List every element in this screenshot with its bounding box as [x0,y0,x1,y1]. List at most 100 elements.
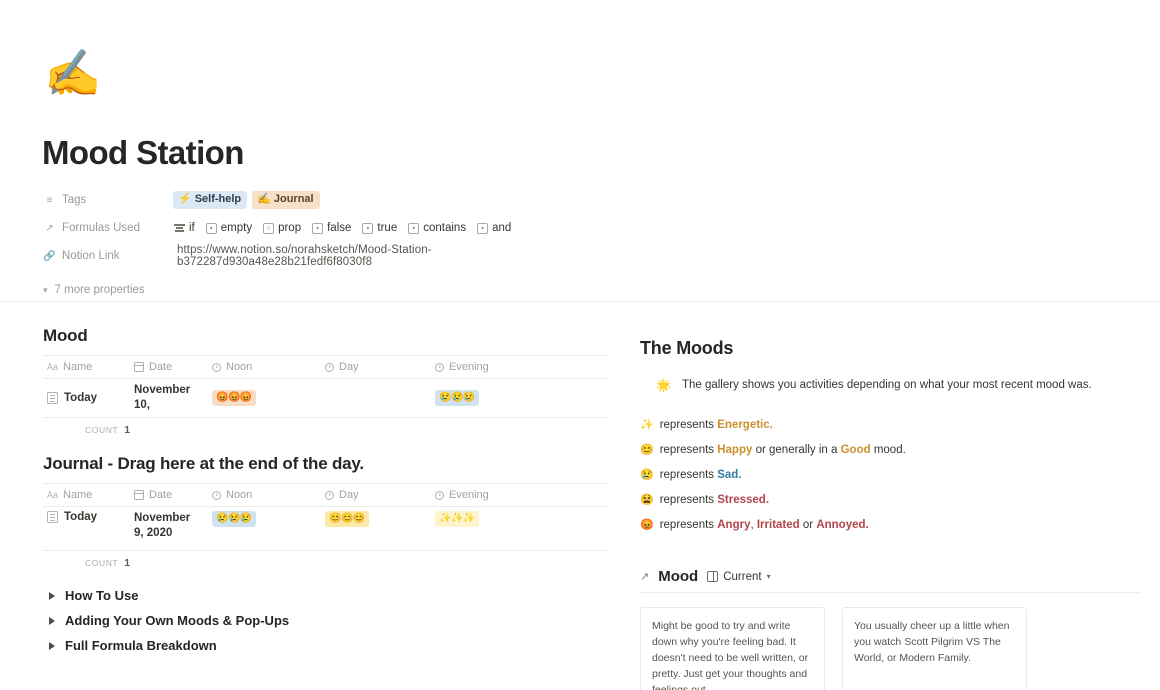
triangle-right-icon[interactable] [49,616,55,625]
column-header-day[interactable]: Day [321,357,431,377]
formula-chip-contains[interactable]: ▪ contains [408,222,466,234]
select-icon [325,362,334,372]
legend-happy: 😊 represents Happy or generally in a Goo… [640,438,1140,463]
lines-icon [173,223,185,234]
crying-face-icon: 😢 [640,469,654,481]
cell-evening[interactable]: ✨✨✨ [431,507,591,531]
gallery-callout: 🌟 The gallery shows you activities depen… [640,375,1140,395]
legend-angry: 😡 represents Angry, Irritated or Annoyed… [640,513,1140,538]
column-header-day[interactable]: Day [321,485,431,505]
legend-stressed: 😫 represents Stressed. [640,488,1140,513]
cell-day[interactable] [321,394,431,402]
select-icon [212,362,221,372]
cell-date[interactable]: November 10, [130,379,208,417]
column-header-evening[interactable]: Evening [431,485,591,505]
cell-date[interactable]: November 9, 2020 [130,507,208,545]
property-value-tags: ⚡ Self-help ✍️ Journal [173,191,320,209]
gallery-view-icon [707,571,719,582]
column-header-evening[interactable]: Evening [431,357,591,377]
calendar-icon [134,362,144,372]
formula-chip-if[interactable]: if [173,222,195,234]
more-properties-toggle[interactable]: ▾ 7 more properties [43,277,623,303]
mood-table-count: COUNT 1 [43,418,608,436]
formula-chip-empty[interactable]: ▪ empty [205,222,252,234]
page-icon [47,511,58,523]
notion-page: ✍️ Mood Station ≡ Tags ⚡ Self-help ✍️ Jo… [0,0,1160,690]
smiling-face-icon: 😊 [640,444,654,456]
title-icon: Aa [47,362,59,372]
triangle-right-icon[interactable] [49,591,55,600]
chevron-down-icon: ▾ [43,284,48,295]
mood-table-header: Aa Name Date Noon Day Evening [43,355,608,379]
link-arrow-icon: ↗ [640,571,650,583]
legend-sad: 😢 represents Sad. [640,463,1140,488]
square-icon: ▪ [362,222,374,234]
mood-pill-sad: 😢😢😢 [212,511,256,527]
formula-chip-and[interactable]: ▪ and [477,222,511,234]
cell-noon[interactable]: 😢😢😢 [208,507,321,531]
cell-noon[interactable]: 😡😡😡 [208,386,321,410]
property-label-formulas-used: ↗ Formulas Used [43,222,173,235]
legend-energetic: ✨ represents Energetic. [640,413,1140,438]
cell-day[interactable]: 😊😊😊 [321,507,431,531]
toggle-adding-your-own-moods[interactable]: Adding Your Own Moods & Pop-Ups [43,608,618,633]
page-properties: ≡ Tags ⚡ Self-help ✍️ Journal ↗ Formulas… [43,186,623,303]
column-header-date[interactable]: Date [130,357,208,377]
column-header-date[interactable]: Date [130,485,208,505]
card-text: You usually cheer up a little when you w… [854,620,1010,664]
formula-chip-true[interactable]: ▪ true [362,222,397,234]
cell-evening[interactable]: 😢😢😢 [431,386,591,410]
writing-hand-icon[interactable]: ✍️ [44,50,101,96]
tag-self-help[interactable]: ⚡ Self-help [173,191,248,209]
select-icon [212,490,221,500]
page-icon [47,392,58,404]
property-row-formulas-used[interactable]: ↗ Formulas Used if ▪ empty ○ prop ▪ fals… [43,214,623,242]
legend-text: represents Sad. [659,469,742,481]
formula-chip-prop[interactable]: ○ prop [263,222,301,234]
count-value: 1 [124,424,131,436]
toggle-how-to-use[interactable]: How To Use [43,583,618,608]
more-properties-label: 7 more properties [54,284,145,296]
journal-table-count: COUNT 1 [43,551,608,569]
property-row-notion-link[interactable]: 🔗 Notion Link https://www.notion.so/nora… [43,242,623,270]
table-row[interactable]: Today November 9, 2020 😢😢😢 😊😊😊 ✨✨✨ [43,507,608,551]
mood-pill-sad: 😢😢😢 [435,390,479,406]
sparkles-icon: ✨ [640,419,654,431]
formula-chip-false[interactable]: ▪ false [312,222,351,234]
cell-name[interactable]: Today [43,507,130,527]
column-header-name[interactable]: Aa Name [43,357,130,377]
link-icon: 🔗 [43,250,56,262]
mood-pill-happy: 😊😊😊 [325,511,369,527]
table-row[interactable]: Today November 10, 😡😡😡 😢😢😢 [43,379,608,418]
gallery-view-selector[interactable]: Current ▾ [707,571,771,583]
tag-icon: ○ [263,222,275,234]
property-label-notion-link: 🔗 Notion Link [43,250,120,262]
gallery-title[interactable]: Mood [658,568,698,585]
right-column: The Moods 🌟 The gallery shows you activi… [640,338,1140,690]
count-label: COUNT [85,558,119,568]
column-header-noon[interactable]: Noon [208,485,321,505]
select-icon [325,490,334,500]
toggle-full-formula-breakdown[interactable]: Full Formula Breakdown [43,633,618,658]
left-column: Mood Aa Name Date Noon Day Evening Today… [43,326,618,658]
calendar-icon [134,490,144,500]
triangle-right-icon[interactable] [49,641,55,650]
legend-text: represents Happy or generally in a Good … [659,444,906,456]
tag-journal[interactable]: ✍️ Journal [252,191,320,209]
column-header-noon[interactable]: Noon [208,357,321,377]
gallery-card[interactable]: You usually cheer up a little when you w… [842,607,1027,690]
property-row-tags[interactable]: ≡ Tags ⚡ Self-help ✍️ Journal [43,186,623,214]
select-icon [435,490,444,500]
column-header-name[interactable]: Aa Name [43,485,130,505]
square-icon: ▪ [477,222,489,234]
property-label-tags: ≡ Tags [43,194,173,207]
notion-link-url[interactable]: https://www.notion.so/norahsketch/Mood-S… [173,244,623,268]
cell-name[interactable]: Today [43,388,130,408]
gallery-card[interactable]: Might be good to try and write down why … [640,607,825,690]
journal-section-title: Journal - Drag here at the end of the da… [43,454,364,473]
square-icon: ▪ [312,222,324,234]
mood-table: Aa Name Date Noon Day Evening Today Nove… [43,355,608,436]
multi-select-icon: ≡ [46,194,53,206]
property-value-notion-link: https://www.notion.so/norahsketch/Mood-S… [173,244,623,268]
bolt-icon: ⚡ [178,193,192,205]
